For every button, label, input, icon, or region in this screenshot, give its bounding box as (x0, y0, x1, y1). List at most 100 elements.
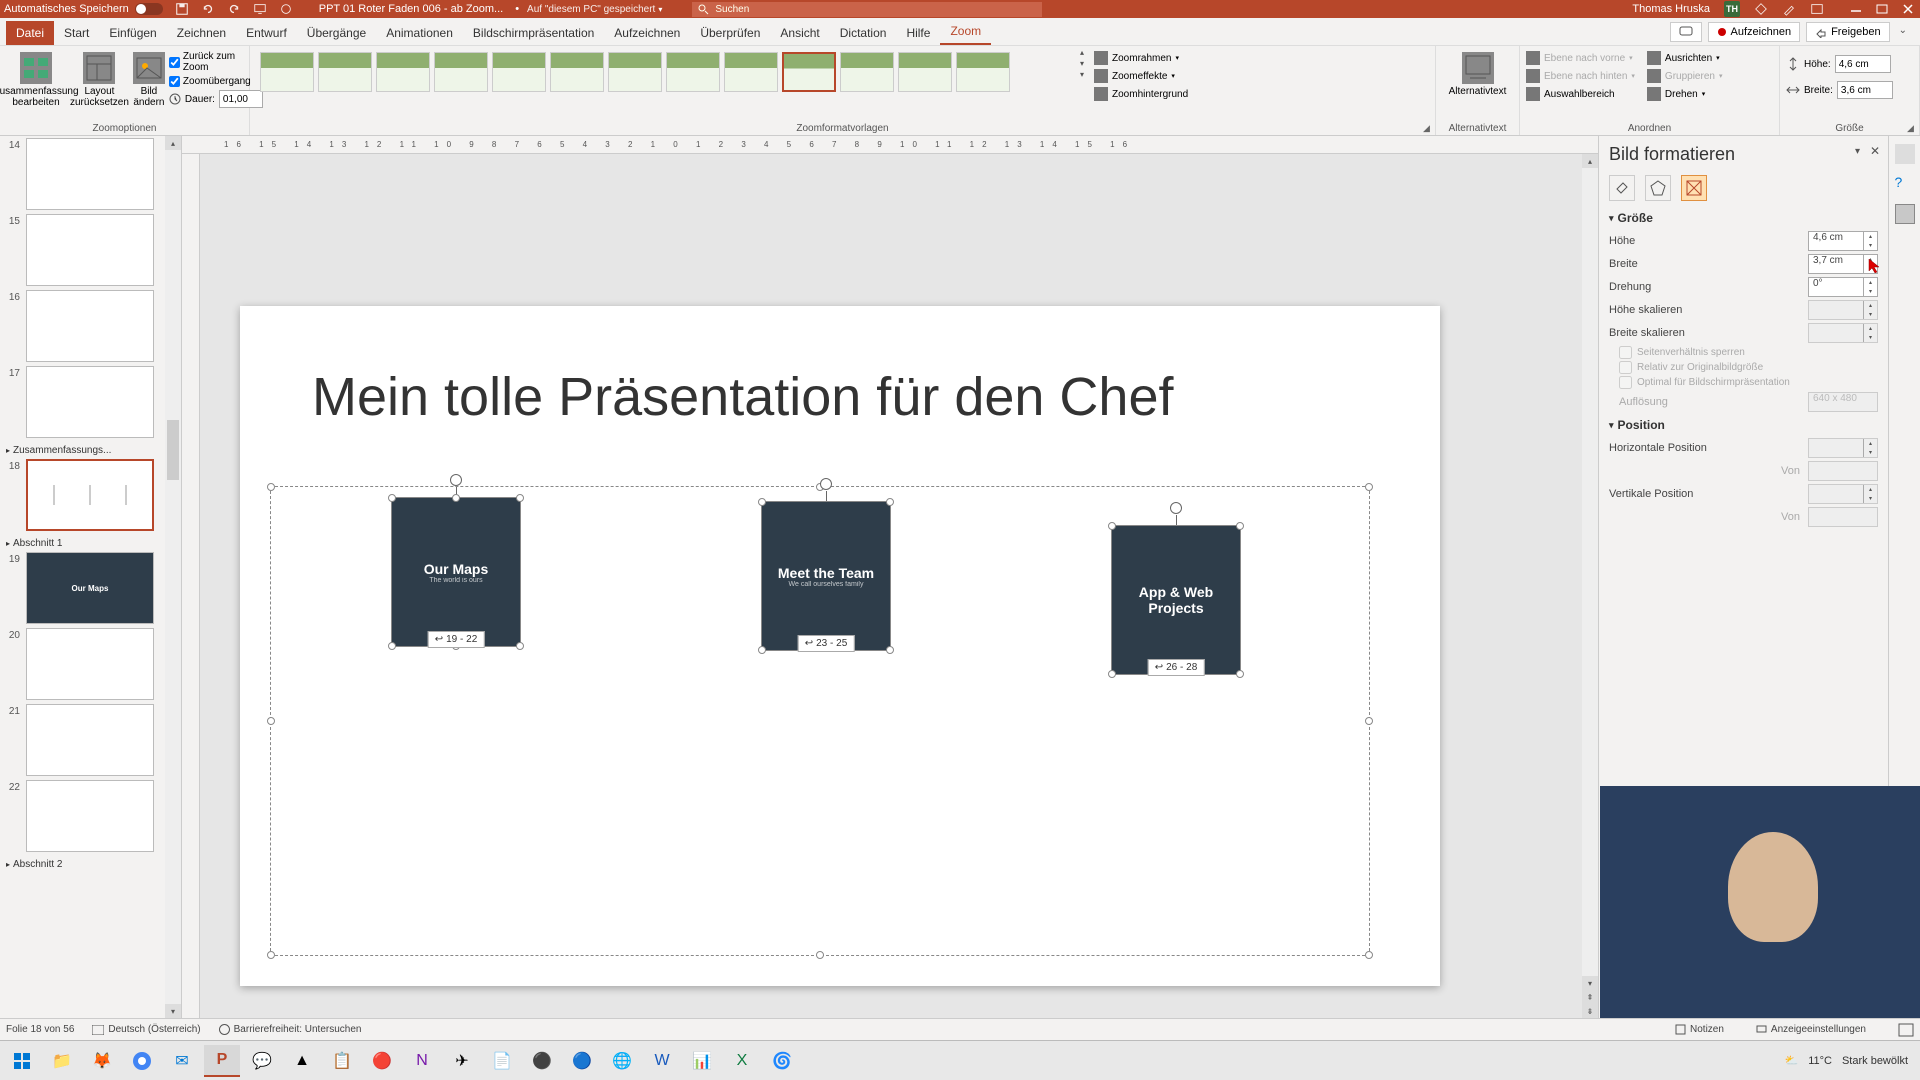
dialog-launcher[interactable]: ◢ (1423, 123, 1433, 133)
start-button[interactable] (4, 1045, 40, 1077)
gallery-up[interactable]: ▴ (1080, 48, 1084, 57)
app-icon-7[interactable]: 📊 (684, 1045, 720, 1077)
alttext-button[interactable]: Alternativtext (1448, 48, 1508, 97)
section-header-1[interactable]: ▸Abschnitt 1 (4, 535, 177, 552)
app-icon-4[interactable]: 📄 (484, 1045, 520, 1077)
slide-thumb-14[interactable] (26, 138, 154, 210)
style-item[interactable] (724, 52, 778, 92)
tab-dictation[interactable]: Dictation (830, 21, 897, 45)
word-icon[interactable]: W (644, 1045, 680, 1077)
gallery-more[interactable]: ▾ (1080, 70, 1084, 79)
bring-forward-button[interactable]: Ebene nach vorne▾ (1526, 50, 1635, 66)
diamond-icon[interactable] (1754, 2, 1768, 16)
style-item[interactable] (956, 52, 1010, 92)
close-button[interactable] (1900, 3, 1916, 15)
user-name[interactable]: Thomas Hruska (1632, 3, 1710, 15)
app-icon-2[interactable]: 📋 (324, 1045, 360, 1077)
style-item[interactable] (840, 52, 894, 92)
app-icon-3[interactable]: 🔴 (364, 1045, 400, 1077)
zoom-effects-button[interactable]: Zoomeffekte▾ (1094, 68, 1188, 84)
slide-thumb-16[interactable] (26, 290, 154, 362)
view-normal-button[interactable] (1898, 1023, 1914, 1037)
weather-text[interactable]: Stark bewölkt (1842, 1055, 1908, 1067)
tab-aufzeichnen[interactable]: Aufzeichnen (604, 21, 690, 45)
style-item-selected[interactable] (782, 52, 836, 92)
section-header-summary[interactable]: ▸Zusammenfassungs... (4, 442, 177, 459)
slide-thumb-18-selected[interactable] (26, 459, 154, 531)
firefox-icon[interactable]: 🦊 (84, 1045, 120, 1077)
fp-vpos-input[interactable]: ▴▾ (1808, 484, 1878, 504)
slide-thumb-21[interactable] (26, 704, 154, 776)
format-pane-options[interactable]: ▾ (1855, 146, 1860, 157)
return-zoom-check[interactable]: Zurück zum Zoom (169, 50, 263, 74)
fp-tab-size[interactable] (1681, 175, 1707, 201)
fp-hpos-input[interactable]: ▴▾ (1808, 438, 1878, 458)
tab-entwurf[interactable]: Entwurf (236, 21, 297, 45)
explorer-icon[interactable]: 📁 (44, 1045, 80, 1077)
zoom-style-gallery[interactable] (256, 48, 1076, 96)
excel-icon[interactable]: X (724, 1045, 760, 1077)
tab-ueberpruefen[interactable]: Überprüfen (690, 21, 770, 45)
fp-vfrom-select[interactable] (1808, 507, 1878, 527)
app-icon[interactable]: 💬 (244, 1045, 280, 1077)
outlook-icon[interactable]: ✉ (164, 1045, 200, 1077)
style-item[interactable] (666, 52, 720, 92)
scroll-thumb[interactable] (167, 420, 179, 480)
zoom-background-button[interactable]: Zoomhintergrund (1094, 86, 1188, 102)
tab-start[interactable]: Start (54, 21, 99, 45)
autosave-toggle[interactable]: Automatisches Speichern (4, 3, 163, 15)
slide-thumb-19[interactable]: Our Maps (26, 552, 154, 624)
slide-canvas[interactable]: Mein tolle Präsentation für den Chef Our… (240, 306, 1440, 986)
tab-einfuegen[interactable]: Einfügen (99, 21, 166, 45)
onenote-icon[interactable]: N (404, 1045, 440, 1077)
tab-animationen[interactable]: Animationen (376, 21, 463, 45)
editor-scroll-down[interactable]: ▾ (1582, 976, 1598, 990)
slide-thumb-22[interactable] (26, 780, 154, 852)
chrome-icon[interactable] (124, 1045, 160, 1077)
vlc-icon[interactable]: ▲ (284, 1045, 320, 1077)
zoom-frame-button[interactable]: Zoomrahmen▾ (1094, 50, 1188, 66)
collapse-ribbon-button[interactable]: ⌄ (1896, 22, 1910, 42)
toggle-switch[interactable] (135, 3, 163, 15)
user-avatar[interactable]: TH (1724, 1, 1740, 17)
fp-width-input[interactable]: 3,7 cm▴▾ (1808, 254, 1878, 274)
tab-bildschirm[interactable]: Bildschirmpräsentation (463, 21, 604, 45)
align-button[interactable]: Ausrichten▾ (1647, 50, 1723, 66)
tab-zoom[interactable]: Zoom (940, 19, 991, 45)
editor-prev-slide[interactable]: ⇞ (1582, 990, 1598, 1004)
style-item[interactable] (550, 52, 604, 92)
rotate-handle[interactable] (1170, 502, 1182, 514)
notes-toggle[interactable]: Notizen (1675, 1024, 1724, 1035)
editor-scroll-up[interactable]: ▴ (1582, 154, 1598, 168)
telegram-icon[interactable]: ✈ (444, 1045, 480, 1077)
edge-icon[interactable]: 🌀 (764, 1045, 800, 1077)
fp-tab-fill[interactable] (1609, 175, 1635, 201)
rotate-handle[interactable] (820, 478, 832, 490)
rb-icon-1[interactable] (1895, 144, 1915, 164)
style-item[interactable] (434, 52, 488, 92)
layout-reset-button[interactable]: Layout zurücksetzen (70, 48, 129, 108)
save-location[interactable]: Auf "diesem PC" gespeichert (527, 4, 655, 15)
fp-section-position[interactable]: ▾Position (1609, 418, 1878, 432)
fp-hfrom-select[interactable] (1808, 461, 1878, 481)
zoom-card-2[interactable]: Meet the Team We call ourselves family ↩… (761, 501, 891, 651)
powerpoint-icon[interactable]: P (204, 1045, 240, 1077)
zoom-transition-check[interactable]: Zoomübergang (169, 75, 263, 88)
change-image-button[interactable]: Bild ändern (133, 48, 165, 108)
slide-title[interactable]: Mein tolle Präsentation für den Chef (312, 366, 1174, 428)
app-icon-6[interactable]: 🌐 (604, 1045, 640, 1077)
summary-edit-button[interactable]: Zusammenfassung bearbeiten (6, 48, 66, 108)
tab-uebergaenge[interactable]: Übergänge (297, 21, 376, 45)
rotate-button[interactable]: Drehen▾ (1647, 86, 1723, 102)
scroll-down-button[interactable]: ▾ (165, 1004, 181, 1018)
share-button[interactable]: Freigeben (1806, 22, 1890, 42)
minimize-button[interactable] (1848, 3, 1864, 15)
style-item[interactable] (608, 52, 662, 92)
obs-icon[interactable]: ⚫ (524, 1045, 560, 1077)
size-dialog-launcher[interactable]: ◢ (1907, 123, 1917, 133)
search-box[interactable]: Suchen (692, 2, 1042, 17)
style-item[interactable] (376, 52, 430, 92)
weather-temp[interactable]: 11°C (1808, 1055, 1832, 1067)
tab-datei[interactable]: Datei (6, 21, 54, 45)
save-icon[interactable] (175, 2, 189, 16)
